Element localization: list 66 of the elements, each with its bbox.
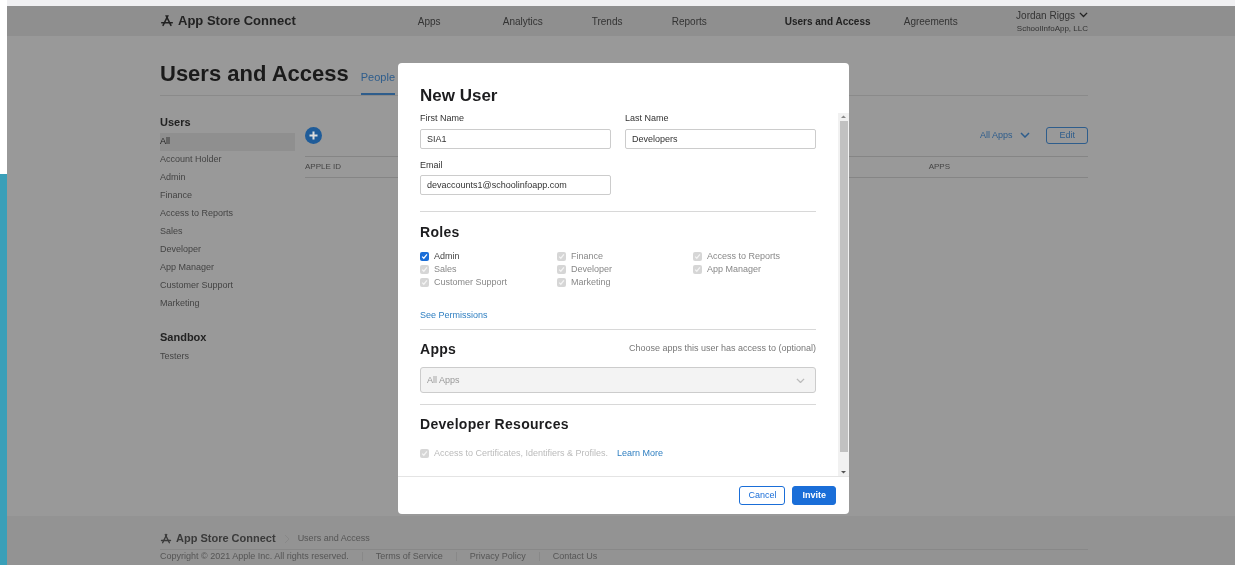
field-label: Last Name: [625, 112, 670, 126]
nav-link[interactable]: Users and Access: [784, 13, 904, 29]
invite-button[interactable]: Invite: [792, 485, 836, 506]
field-label: Email: [420, 158, 444, 172]
checkbox-label: Marketing: [571, 275, 611, 289]
footer-logo[interactable]: App Store Connect: [160, 530, 276, 547]
sidebar-heading: Sandbox: [160, 329, 208, 345]
checkbox-label: Access to Reports: [707, 249, 781, 263]
section-heading: Developer Resources: [420, 416, 570, 434]
checkbox-label: Access to Certificates, Identifiers & Profiles.: [434, 447, 609, 461]
section-heading: Roles: [420, 224, 461, 242]
sidebar-item[interactable]: Account Holder: [160, 150, 295, 169]
sidebar-item[interactable]: All: [160, 132, 295, 151]
organization-name: SchoolInfoApp, LLC: [1016, 22, 1088, 35]
input-field[interactable]: SIA1: [420, 128, 611, 149]
chevron-down-icon: [1079, 12, 1088, 18]
scroll-up-icon[interactable]: [840, 113, 847, 121]
nav-link[interactable]: Apps: [417, 13, 503, 29]
user-name[interactable]: Jordan Riggs: [1016, 7, 1075, 23]
checkbox-label: Developer: [571, 262, 613, 276]
scrollbar[interactable]: [838, 113, 849, 476]
cancel-button[interactable]: Cancel: [739, 485, 786, 506]
input-field[interactable]: Developers: [625, 128, 816, 149]
section-heading: Apps: [420, 340, 457, 358]
learn-more-link[interactable]: Learn More: [617, 447, 664, 461]
column-header: APPS: [928, 161, 950, 174]
field-label: First Name: [420, 112, 465, 126]
logo-text: App Store Connect: [176, 531, 276, 547]
apps-select[interactable]: All Apps: [420, 367, 816, 394]
sidebar-item[interactable]: Customer Support: [160, 276, 295, 295]
modal-title: New User: [420, 86, 499, 107]
sidebar-item[interactable]: Access to Reports: [160, 204, 295, 223]
chevron-down-icon: [796, 377, 805, 384]
sidebar-heading: Users: [160, 115, 192, 131]
sidebar-item[interactable]: Finance: [160, 186, 295, 205]
see-permissions-link[interactable]: See Permissions: [420, 309, 488, 323]
checkbox[interactable]: [420, 252, 429, 262]
scroll-down-icon[interactable]: [840, 468, 847, 476]
logo-text: App Store Connect: [178, 12, 296, 31]
column-header: APPLE ID: [305, 161, 341, 174]
checkbox-label: Admin: [434, 249, 460, 263]
input-field[interactable]: devaccounts1@schoolinfoapp.com: [420, 175, 611, 196]
sidebar-item[interactable]: Sales: [160, 222, 295, 241]
filter-dropdown[interactable]: All Apps: [979, 128, 1031, 143]
nav-link[interactable]: Reports: [671, 13, 785, 29]
nav-link[interactable]: Agreements: [903, 13, 994, 29]
sidebar-item[interactable]: Testers: [160, 347, 295, 366]
app-store-icon: [160, 532, 172, 545]
app-logo[interactable]: App Store Connect: [160, 11, 296, 31]
page-title: Users and Access: [160, 61, 349, 88]
checkbox-label: Finance: [571, 249, 604, 263]
chevron-down-icon: [1020, 132, 1031, 139]
sidebar-item[interactable]: Developer: [160, 240, 295, 259]
tab[interactable]: People: [360, 68, 395, 96]
apps-hint: Choose apps this user has access to (optional): [628, 342, 816, 356]
checkbox-label: App Manager: [707, 262, 762, 276]
sidebar-item[interactable]: App Manager: [160, 258, 295, 277]
checkbox-label: Customer Support: [434, 275, 508, 289]
sidebar-item[interactable]: Marketing: [160, 294, 295, 313]
app-store-icon: [160, 14, 174, 28]
checkbox-label: Sales: [434, 262, 457, 276]
nav-link[interactable]: Trends: [591, 13, 672, 29]
add-icon[interactable]: [305, 126, 322, 144]
sidebar-item[interactable]: Admin: [160, 168, 295, 187]
nav-link[interactable]: Analytics: [502, 13, 592, 29]
edit-button[interactable]: Edit: [1046, 126, 1088, 145]
